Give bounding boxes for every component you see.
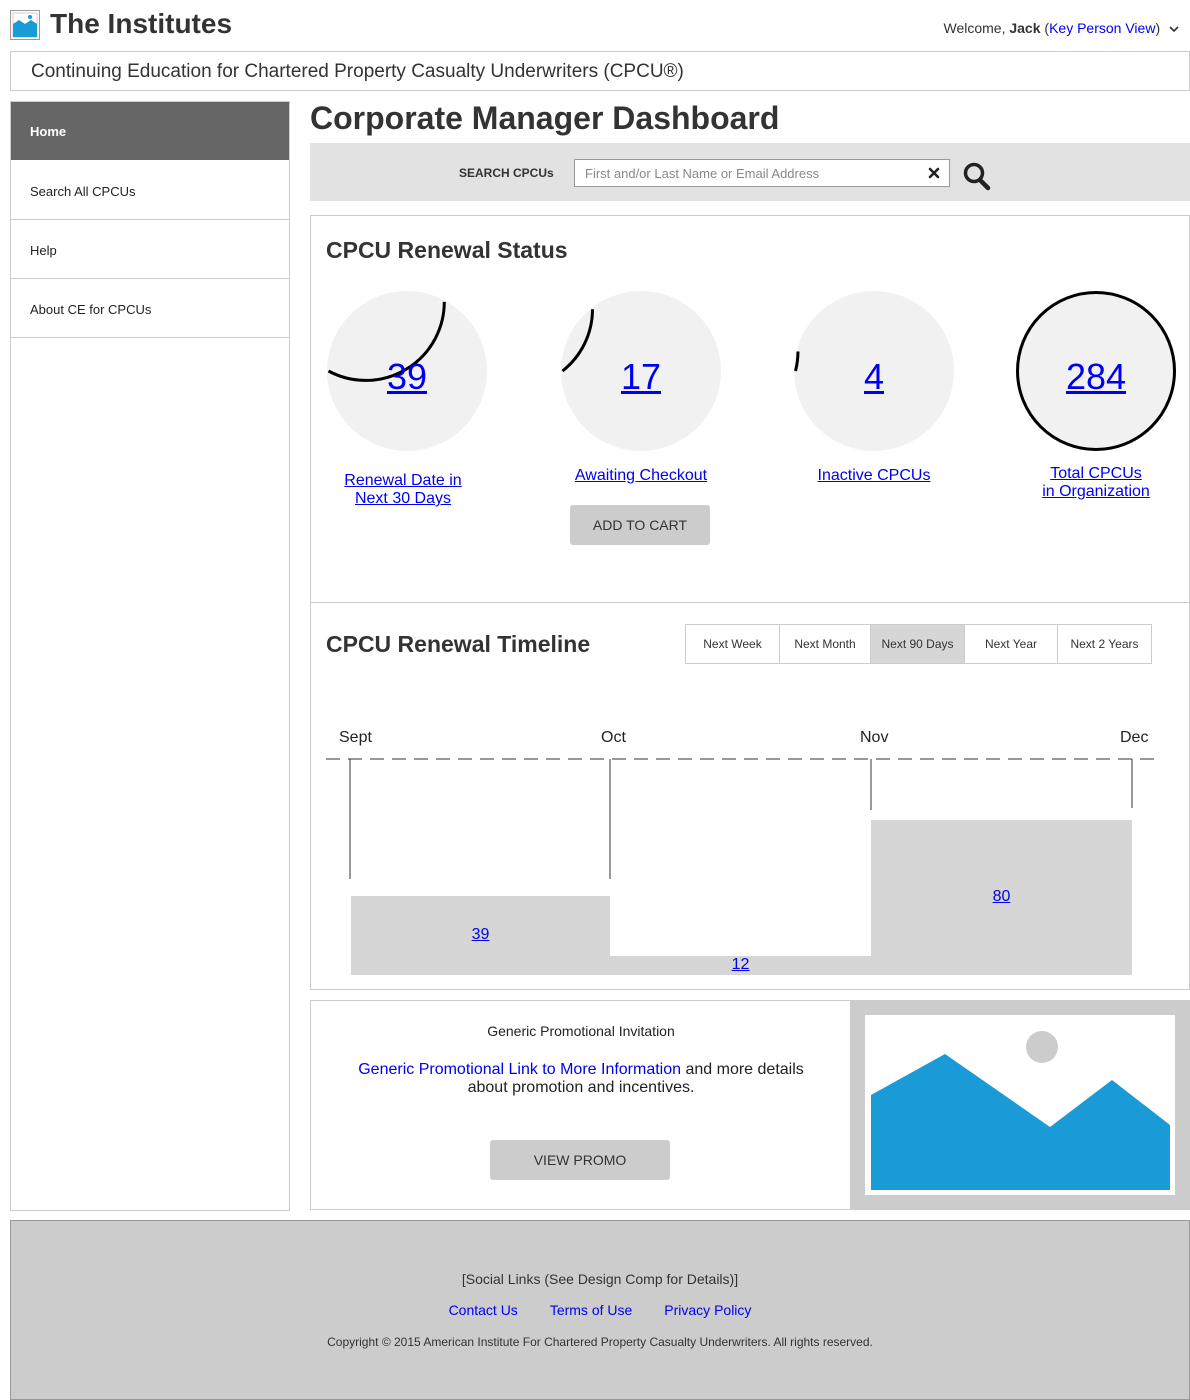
welcome-menu[interactable]: Welcome, Jack (Key Person View) bbox=[943, 20, 1180, 36]
promo-text: Generic Promotional Link to More Informa… bbox=[341, 1061, 821, 1097]
gauge-value[interactable]: 4 bbox=[792, 356, 956, 398]
search-icon[interactable] bbox=[963, 161, 991, 191]
search-label: SEARCH CPCUs bbox=[459, 166, 554, 180]
welcome-prefix: Welcome, bbox=[943, 20, 1010, 36]
sidebar-item-about[interactable]: About CE for CPCUs bbox=[11, 280, 289, 338]
month-label: Dec bbox=[1120, 729, 1149, 746]
gauge-awaiting-checkout[interactable]: 17 bbox=[559, 289, 723, 453]
renewal-status-title: CPCU Renewal Status bbox=[326, 237, 568, 263]
add-to-cart-button[interactable]: ADD TO CART bbox=[570, 505, 710, 545]
role-link[interactable]: Key Person View bbox=[1049, 20, 1155, 36]
footer-link-contact[interactable]: Contact Us bbox=[449, 1302, 518, 1318]
gauge-label-line[interactable]: in Organization bbox=[1042, 483, 1150, 500]
bar-value[interactable]: 39 bbox=[351, 926, 610, 944]
footer-link-terms[interactable]: Terms of Use bbox=[550, 1302, 632, 1318]
search-input[interactable] bbox=[574, 159, 950, 187]
sidebar-item-help[interactable]: Help bbox=[11, 221, 289, 279]
gauge-total-cpcus[interactable]: 284 bbox=[1014, 289, 1178, 453]
month-label: Sept bbox=[339, 729, 372, 746]
page-title: Corporate Manager Dashboard bbox=[310, 100, 780, 136]
footer-link-privacy[interactable]: Privacy Policy bbox=[664, 1302, 751, 1318]
promo-link[interactable]: Generic Promotional Link to More Informa… bbox=[358, 1061, 681, 1078]
logo-icon bbox=[10, 10, 40, 40]
image-placeholder-icon bbox=[865, 1015, 1175, 1195]
bar-value[interactable]: 12 bbox=[610, 956, 871, 974]
gauge-value[interactable]: 17 bbox=[559, 356, 723, 398]
bar-value[interactable]: 80 bbox=[871, 888, 1132, 906]
promo-panel: Generic Promotional Invitation Generic P… bbox=[310, 1000, 851, 1210]
chevron-down-icon[interactable] bbox=[1168, 24, 1180, 34]
subtitle: Continuing Education for Chartered Prope… bbox=[31, 61, 684, 82]
sidebar: Home Search All CPCUs Help About CE for … bbox=[10, 101, 290, 1211]
user-name: Jack bbox=[1009, 20, 1041, 36]
gauge-label-total-cpcus[interactable]: Total CPCUs in Organization bbox=[1014, 465, 1178, 501]
gauge-label-line[interactable]: Renewal Date in bbox=[344, 472, 461, 489]
renewal-status-panel: CPCU Renewal Status 39 Renewal Date in N… bbox=[310, 215, 1190, 603]
renewal-timeline-panel: CPCU Renewal Timeline Next Week Next Mon… bbox=[310, 602, 1190, 990]
app-title: The Institutes bbox=[50, 8, 233, 39]
footer: [Social Links (See Design Comp for Detai… bbox=[10, 1220, 1190, 1400]
month-label: Oct bbox=[601, 729, 626, 746]
month-label: Nov bbox=[860, 729, 889, 746]
gauge-inactive-cpcus[interactable]: 4 bbox=[792, 289, 956, 453]
gauge-value[interactable]: 39 bbox=[325, 356, 489, 398]
promo-title: Generic Promotional Invitation bbox=[487, 1023, 675, 1039]
sidebar-item-search-all-cpcus[interactable]: Search All CPCUs bbox=[11, 162, 289, 220]
gauge-label-line[interactable]: Total CPCUs bbox=[1050, 465, 1142, 482]
gauge-value[interactable]: 284 bbox=[1014, 356, 1178, 398]
footer-links: Contact Us Terms of Use Privacy Policy bbox=[11, 1302, 1189, 1318]
gauge-label-awaiting-checkout[interactable]: Awaiting Checkout bbox=[559, 467, 723, 485]
gauge-label-line[interactable]: Next 30 Days bbox=[355, 490, 451, 507]
gauge-label-inactive-cpcus[interactable]: Inactive CPCUs bbox=[792, 467, 956, 485]
subtitle-bar: Continuing Education for Chartered Prope… bbox=[10, 51, 1190, 91]
promo-image bbox=[850, 1000, 1190, 1210]
clear-icon[interactable] bbox=[926, 165, 942, 181]
gauge-label-renewal-30-days[interactable]: Renewal Date in Next 30 Days bbox=[325, 472, 481, 508]
copyright: Copyright © 2015 American Institute For … bbox=[327, 1335, 873, 1349]
gauge-renewal-30-days[interactable]: 39 bbox=[325, 289, 489, 453]
sidebar-item-home[interactable]: Home bbox=[11, 102, 289, 160]
search-bar: SEARCH CPCUs bbox=[310, 143, 1190, 201]
view-promo-button[interactable]: VIEW PROMO bbox=[490, 1140, 670, 1180]
social-links: [Social Links (See Design Comp for Detai… bbox=[461, 1271, 739, 1287]
